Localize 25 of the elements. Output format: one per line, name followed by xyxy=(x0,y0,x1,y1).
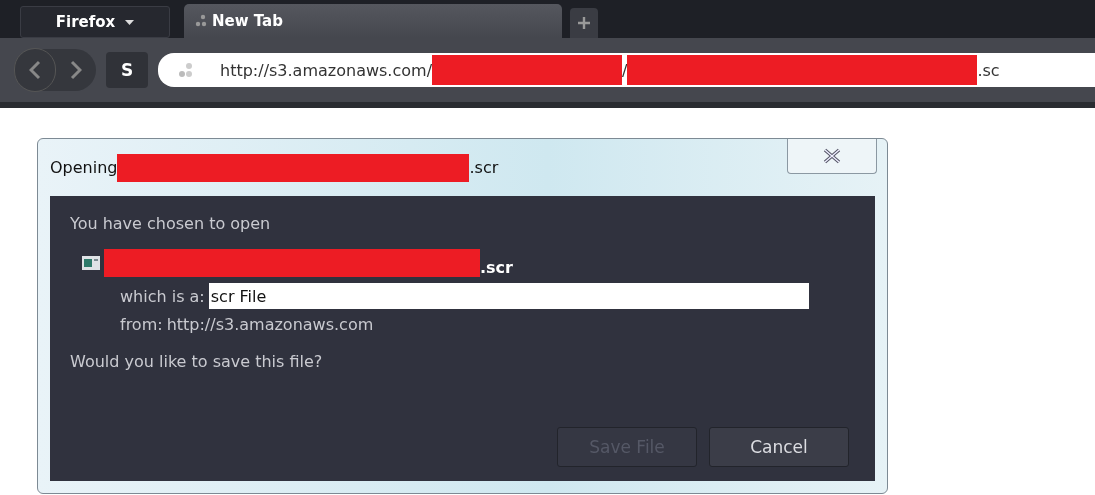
site-identity-icon xyxy=(178,62,194,78)
caret-icon xyxy=(125,19,135,25)
from-label: from: xyxy=(120,315,163,334)
dialog-title: .scr xyxy=(469,157,499,179)
dialog-title: Opening xyxy=(50,157,118,179)
dialog-button[interactable]: Cancel xyxy=(709,427,849,467)
close-button[interactable] xyxy=(787,139,877,174)
url-text: / xyxy=(622,60,628,80)
close-icon xyxy=(822,148,842,164)
file-type-field[interactable]: scr File xyxy=(208,283,809,309)
plus-icon xyxy=(578,17,590,29)
source-url: http://s3.amazonaws.com xyxy=(166,315,374,334)
file-icon xyxy=(82,256,100,270)
intro-text: You have chosen to open xyxy=(70,214,272,233)
url-text: http://s3.amazonaws.com/ xyxy=(220,60,432,80)
address-bar[interactable]: http://s3.amazonaws.com/ / .sc xyxy=(158,53,1095,87)
file-name: .scr xyxy=(480,257,513,277)
tab-icon xyxy=(194,14,208,28)
url-text: .sc xyxy=(977,60,1000,80)
sync-button[interactable]: S xyxy=(106,52,148,88)
new-tab-button[interactable] xyxy=(570,8,598,38)
type-label: which is a: xyxy=(120,286,205,306)
question-text: Would you like to save this file? xyxy=(70,352,324,371)
firefox-menu-button[interactable]: Firefox xyxy=(20,6,170,38)
browser-tab[interactable]: New Tab xyxy=(184,4,562,38)
